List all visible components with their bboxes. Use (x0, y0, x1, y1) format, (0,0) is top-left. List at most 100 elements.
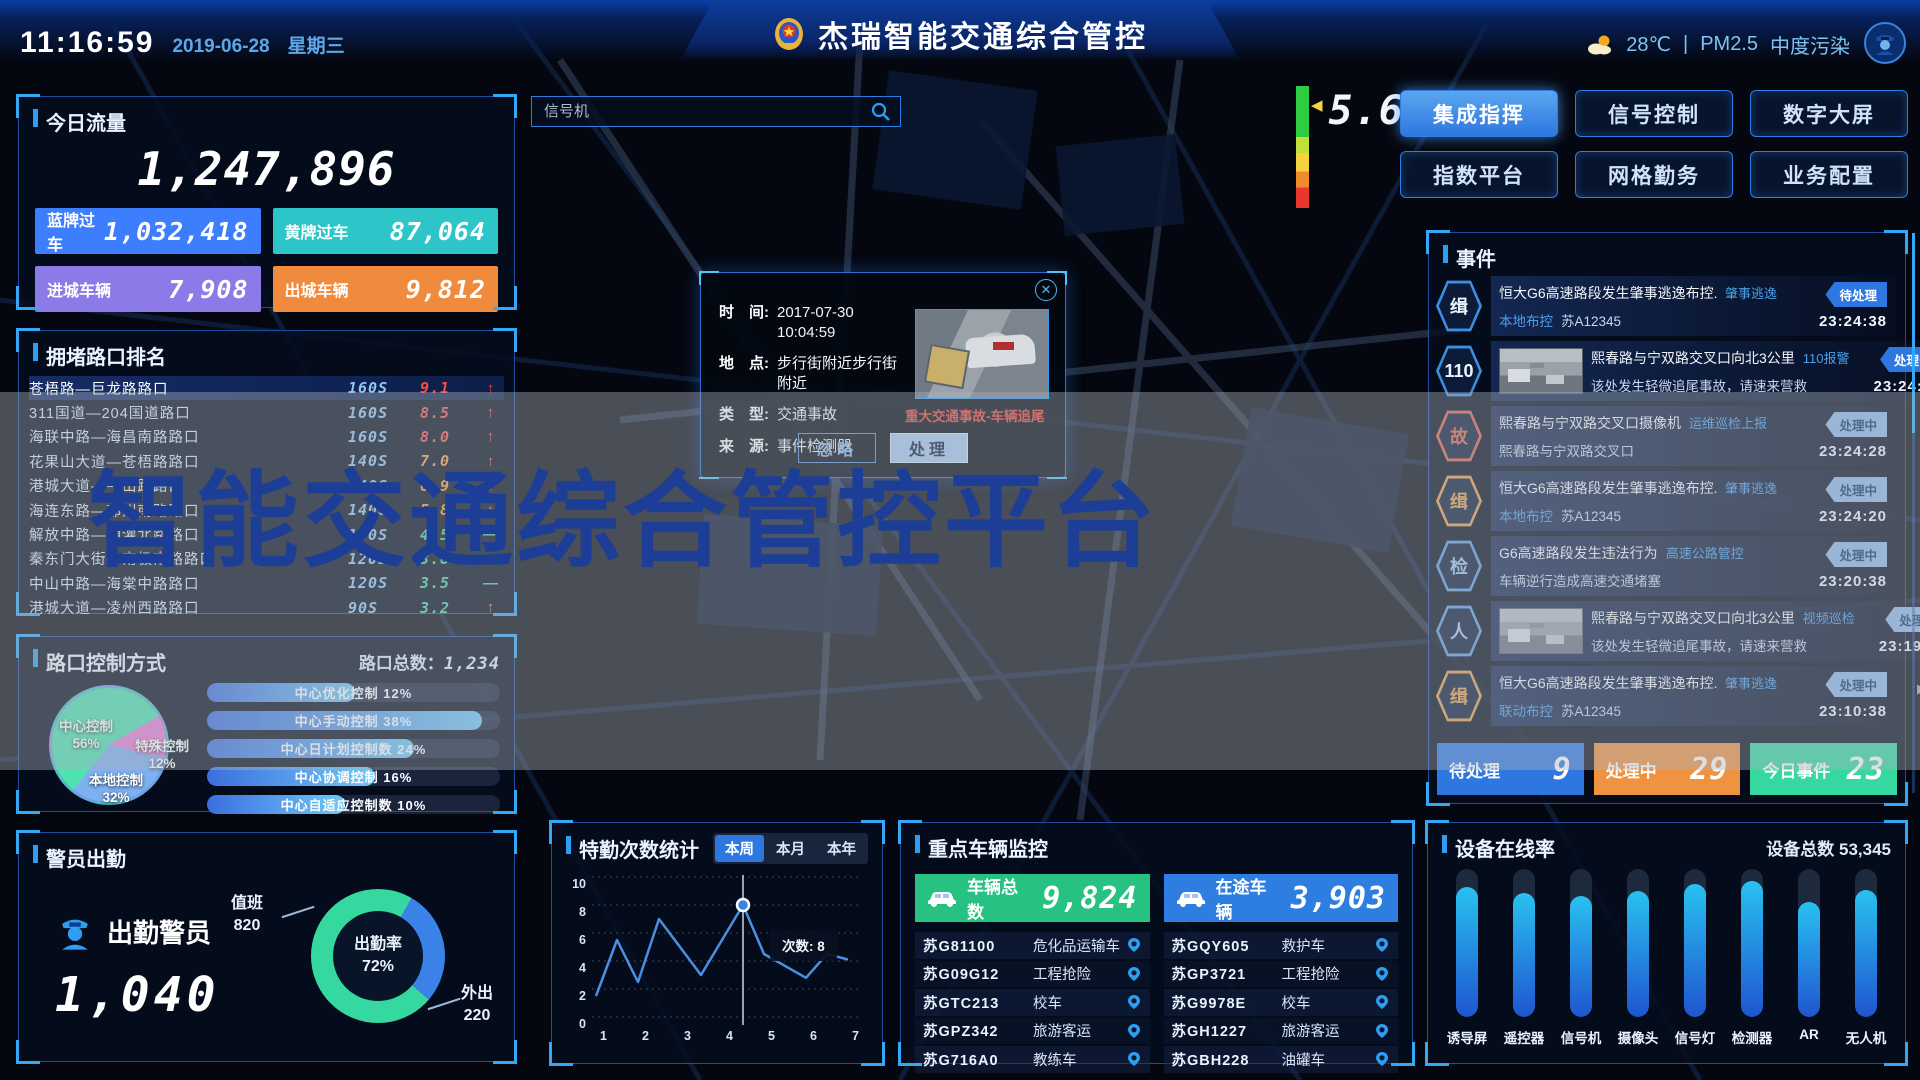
panel-title: 拥堵路口排名 (33, 341, 166, 370)
nav-button[interactable]: 数字大屏 (1750, 90, 1908, 137)
event-tag-link[interactable]: 肇事逃逸 (1725, 478, 1777, 497)
vehicle-row[interactable]: 苏GQY605救护车 (1164, 932, 1399, 959)
intersection-name: 311国道—204国道路口 (29, 402, 348, 423)
ignore-button[interactable]: 忽略 (798, 433, 876, 463)
vehicle-lists: 苏G81100危化品运输车苏G09G12工程抢险苏GTC213校车苏GPZ342… (901, 932, 1412, 1075)
location-pin-icon[interactable] (1374, 994, 1390, 1010)
event-item[interactable]: 缉恒大G6高速路段发生肇事逃逸布控...肇事逃逸本地布控苏A12345处理中23… (1435, 471, 1895, 531)
x-tick-label: 7 (852, 1029, 859, 1043)
close-icon[interactable]: ✕ (1035, 279, 1057, 301)
location-pin-icon[interactable] (1374, 1051, 1390, 1067)
nav-button[interactable]: 指数平台 (1400, 151, 1558, 198)
tab-本周[interactable]: 本周 (715, 835, 764, 862)
event-tag-link[interactable]: 运维巡检上报 (1689, 413, 1767, 432)
location-pin-icon[interactable] (1126, 994, 1142, 1010)
nav-button[interactable]: 集成指挥 (1400, 90, 1558, 137)
event-tag-link[interactable]: 肇事逃逸 (1725, 283, 1777, 302)
congestion-index: 4.5 (420, 526, 478, 544)
congestion-index: 6.9 (420, 477, 478, 495)
device-bar-fill (1798, 902, 1820, 1017)
event-line2: 车辆逆行造成高速交通堵塞 (1499, 570, 1795, 590)
panel-key-vehicles: 重点车辆监控 车辆总数9,824在途车辆3,903 苏G81100危化品运输车苏… (900, 822, 1413, 1064)
event-item[interactable]: 故熙春路与宁双路交叉口摄像机运维巡检上报熙春路与宁双路交叉口处理中23:24:2… (1435, 406, 1895, 466)
tab-本年[interactable]: 本年 (817, 835, 866, 862)
vehicle-row[interactable]: 苏GTC213校车 (915, 989, 1150, 1016)
vehicle-row[interactable]: 苏G716A0教练车 (915, 1046, 1150, 1073)
event-item[interactable]: 缉恒大G6高速路段发生肇事逃逸布控...肇事逃逸本地布控苏A12345待处理23… (1435, 276, 1895, 336)
vehicle-type: 救护车 (1282, 935, 1375, 956)
event-tag-link[interactable]: 肇事逃逸 (1725, 673, 1777, 692)
congestion-row[interactable]: 海联中路—海昌南路路口160S8.0↑ (29, 425, 504, 449)
handle-button[interactable]: 处理 (890, 433, 968, 463)
nav-button[interactable]: 网格勤务 (1575, 151, 1733, 198)
location-pin-icon[interactable] (1374, 937, 1390, 953)
congestion-row[interactable]: 花果山大道—苍梧路路口140S7.0↑ (29, 449, 504, 473)
intersection-name: 花果山大道—苍梧路路口 (29, 451, 348, 472)
vehicle-row[interactable]: 苏GBH228油罐车 (1164, 1046, 1399, 1073)
event-tag-link[interactable]: 110报警 (1803, 348, 1850, 367)
panel-congestion-rank: 拥堵路口排名 苍梧路—巨龙路路口160S9.1↑311国道—204国道路口160… (18, 330, 515, 614)
event-item[interactable]: 检G6高速路段发生违法行为高速公路管控车辆逆行造成高速交通堵塞处理中23:20:… (1435, 536, 1895, 596)
vehicle-row[interactable]: 苏G09G12工程抢险 (915, 961, 1150, 988)
chart-tooltip: 次数: 8 (770, 929, 837, 961)
congestion-row[interactable]: 秦东门大街—南极南路路口120S3.8↑ (29, 547, 504, 571)
panel-control-mode: 路口控制方式 路口总数：1,234 中心控制56% 特殊控制12% 本地控制32… (18, 636, 515, 812)
search-input[interactable] (532, 103, 870, 120)
congestion-row[interactable]: 中山中路—海棠中路路口120S3.5— (29, 571, 504, 595)
gauge-marker-icon: ◀ (1311, 96, 1323, 114)
event-side: 处理中23:24:28 (1795, 412, 1887, 460)
event-line1: 恒大G6高速路段发生肇事逃逸布控...肇事逃逸 (1499, 283, 1795, 303)
congestion-row[interactable]: 解放中路—通灌北路路口140S4.5— (29, 522, 504, 546)
vehicle-row[interactable]: 苏G9978E校车 (1164, 989, 1399, 1016)
control-bar: 中心手动控制 38% (207, 711, 500, 730)
event-item[interactable]: 人熙春路与宁双路交叉口向北3公里视频巡检该处发生轻微追尾事故，请速来营救处理中2… (1435, 601, 1895, 661)
event-type-icon: 110 (1435, 344, 1483, 398)
event-tag-link[interactable]: 视频巡检 (1803, 608, 1855, 627)
car-icon (1176, 889, 1206, 907)
congestion-row[interactable]: 苍梧路—巨龙路路口160S9.1↑ (29, 376, 504, 400)
vehicle-row[interactable]: 苏GP3721工程抢险 (1164, 961, 1399, 988)
cycle-time: 140S (348, 452, 420, 470)
search-icon[interactable] (870, 101, 892, 123)
device-bar-fill (1627, 891, 1649, 1017)
user-avatar[interactable] (1864, 22, 1906, 64)
control-mode-bar-list: 中心优化控制 12%中心手动控制 38%中心日计划控制数 24%中心协调控制 1… (207, 683, 500, 823)
nav-button[interactable]: 业务配置 (1750, 151, 1908, 198)
pie-slice-label: 中心控制56% (59, 719, 113, 753)
event-time: 23:10:38 (1819, 703, 1887, 720)
location-pin-icon[interactable] (1126, 937, 1142, 953)
vehicle-row[interactable]: 苏GPZ342旅游客运 (915, 1018, 1150, 1045)
intersection-name: 港城大道—平山路路口 (29, 475, 348, 496)
vehicle-stat-card: 车辆总数9,824 (915, 874, 1150, 922)
event-type-icon: 故 (1435, 409, 1483, 463)
device-bar: 无人机 (1843, 869, 1889, 1053)
event-tag-link[interactable]: 高速公路管控 (1666, 543, 1744, 562)
events-scrollbar[interactable] (1912, 233, 1915, 793)
location-pin-icon[interactable] (1126, 966, 1142, 982)
device-label: AR (1799, 1027, 1819, 1042)
congestion-row[interactable]: 海连东路—郁州南路路口140S5.8↑ (29, 498, 504, 522)
trend-icon: ↑ (478, 453, 504, 470)
event-line2: 本地布控苏A12345 (1499, 310, 1795, 330)
event-item[interactable]: 110熙春路与宁双路交叉口向北3公里110报警该处发生轻微追尾事故，请速来营救处… (1435, 341, 1895, 401)
vehicle-row[interactable]: 苏GH1227旅游客运 (1164, 1018, 1399, 1045)
control-bar: 中心日计划控制数 24% (207, 739, 500, 758)
event-line2: 本地布控苏A12345 (1499, 505, 1795, 525)
nav-button[interactable]: 信号控制 (1575, 90, 1733, 137)
event-item[interactable]: 缉恒大G6高速路段发生肇事逃逸布控...肇事逃逸联动布控苏A12345处理中23… (1435, 666, 1895, 726)
summary-label: 待处理 (1449, 757, 1500, 782)
congestion-row[interactable]: 港城大道—平山路路口140S6.9↑ (29, 474, 504, 498)
x-tick-label: 3 (684, 1029, 691, 1043)
header-bar: 11:16:59 2019-06-28 星期三 杰瑞智能交通综合管控 28℃ |… (0, 0, 1920, 62)
location-pin-icon[interactable] (1374, 1023, 1390, 1039)
special-duty-line-chart: 0246810 1234567 次数: 8 (562, 867, 868, 1062)
congestion-row[interactable]: 港城大道—凌州西路路口90S3.2↑ (29, 596, 504, 620)
congestion-row[interactable]: 311国道—204国道路口160S8.5↑ (29, 400, 504, 424)
location-pin-icon[interactable] (1126, 1051, 1142, 1067)
tab-本月[interactable]: 本月 (766, 835, 815, 862)
vehicle-row[interactable]: 苏G81100危化品运输车 (915, 932, 1150, 959)
location-pin-icon[interactable] (1374, 966, 1390, 982)
location-pin-icon[interactable] (1126, 1023, 1142, 1039)
x-tick-label: 1 (600, 1029, 607, 1043)
police-badge-icon (772, 16, 806, 52)
